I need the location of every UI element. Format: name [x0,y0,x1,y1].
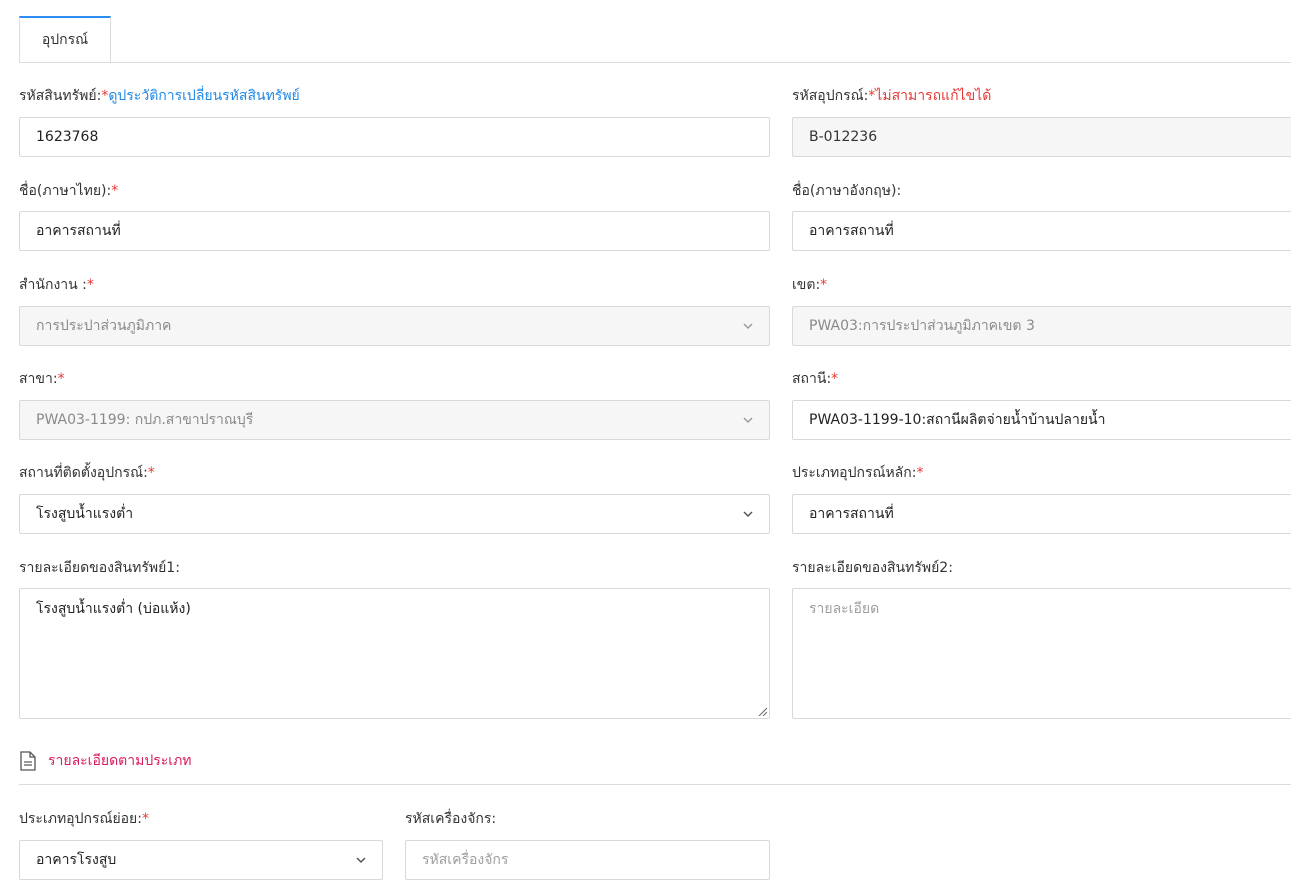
name-en-input[interactable]: อาคารสถานที่ [792,211,1291,251]
detail2-placeholder: รายละเอียด [809,601,880,617]
not-editable-note: ไม่สามารถแก้ไขได้ [875,88,992,104]
sub-type-select[interactable]: อาคารโรงสูบ [19,840,383,880]
detail2-label-group: รายละเอียดของสินทรัพย์2: [792,558,953,578]
name-th-input[interactable]: อาคารสถานที่ [19,211,770,251]
tab-equipment[interactable]: อุปกรณ์ [19,16,111,63]
section-title: รายละเอียดตามประเภท [48,753,192,769]
main-type-label-group: ประเภทอุปกรณ์หลัก:* [792,463,923,483]
install-location-select-value: โรงสูบน้ำแรงต่ำ [36,506,134,522]
required-mark: * [111,183,119,199]
required-mark: * [831,371,839,387]
install-location-label-group: สถานที่ติดตั้งอุปกรณ์:* [19,463,155,483]
name-en-label-group: ชื่อ(ภาษาอังกฤษ): [792,181,901,201]
equipment-code-label-group: รหัสอุปกรณ์:*ไม่สามารถแก้ไขได้ [792,86,991,106]
equipment-code-input: B-012236 [792,117,1291,157]
sub-type-label-group: ประเภทอุปกรณ์ย่อย:* [19,809,149,829]
branch-select: PWA03-1199: กปภ.สาขาปราณบุรี [19,400,770,440]
office-select: การประปาส่วนภูมิภาค [19,306,770,346]
asset-code-label-group: รหัสสินทรัพย์:*ดูประวัติการเปลี่ยนรหัสสิ… [19,86,300,106]
main-type-select[interactable]: อาคารสถานที่ [792,494,1291,534]
detail1-label: รายละเอียดของสินทรัพย์1: [19,560,180,576]
resize-grip-icon[interactable] [758,707,767,716]
chevron-down-icon[interactable] [356,841,366,879]
machine-code-input[interactable]: รหัสเครื่องจักร [405,840,770,880]
name-th-label: ชื่อ(ภาษาไทย): [19,183,112,199]
branch-select-value: PWA03-1199: กปภ.สาขาปราณบุรี [36,412,254,428]
section-divider [19,784,1291,785]
region-select: PWA03:การประปาส่วนภูมิภาคเขต 3 [792,306,1291,346]
detail1-textarea-value: โรงสูบน้ำแรงต่ำ (บ่อแห้ง) [36,601,191,617]
asset-code-history-link[interactable]: ดูประวัติการเปลี่ยนรหัสสินทรัพย์ [108,88,299,104]
install-location-label: สถานที่ติดตั้งอุปกรณ์: [19,465,148,481]
machine-code-label: รหัสเครื่องจักร: [405,811,497,827]
required-mark: * [57,371,65,387]
station-label-group: สถานี:* [792,369,838,389]
sub-type-label: ประเภทอุปกรณ์ย่อย: [19,811,142,827]
required-mark: * [86,277,94,293]
office-select-value: การประปาส่วนภูมิภาค [36,318,172,334]
required-mark: * [147,465,155,481]
sub-type-select-value: อาคารโรงสูบ [36,852,117,868]
branch-label: สาขา: [19,371,58,387]
station-select[interactable]: PWA03-1199-10:สถานีผลิตจ่ายน้ำบ้านปลายน้… [792,400,1291,440]
detail1-textarea[interactable]: โรงสูบน้ำแรงต่ำ (บ่อแห้ง) [19,588,770,719]
chevron-down-icon [743,401,753,439]
station-label: สถานี: [792,371,832,387]
name-en-label: ชื่อ(ภาษาอังกฤษ): [792,183,902,199]
region-label: เขต: [792,277,821,293]
required-mark: * [141,811,149,827]
required-mark: * [916,465,924,481]
tab-bar: อุปกรณ์ [0,0,1291,63]
detail1-label-group: รายละเอียดของสินทรัพย์1: [19,558,180,578]
chevron-down-icon [743,307,753,345]
install-location-select[interactable]: โรงสูบน้ำแรงต่ำ [19,494,770,534]
machine-code-placeholder: รหัสเครื่องจักร [422,852,509,868]
machine-code-label-group: รหัสเครื่องจักร: [405,809,496,829]
main-type-label: ประเภทอุปกรณ์หลัก: [792,465,917,481]
branch-label-group: สาขา:* [19,369,65,389]
region-label-group: เขต:* [792,275,827,295]
required-mark: * [820,277,828,293]
name-th-label-group: ชื่อ(ภาษาไทย):* [19,181,118,201]
asset-code-label: รหัสสินทรัพย์: [19,88,102,104]
asset-code-input[interactable]: 1623768 [19,117,770,157]
detail2-label: รายละเอียดของสินทรัพย์2: [792,560,953,576]
chevron-down-icon[interactable] [743,495,753,533]
document-icon [20,751,36,771]
office-label: สำนักงาน : [19,277,87,293]
office-label-group: สำนักงาน :* [19,275,94,295]
detail2-textarea[interactable]: รายละเอียด [792,588,1291,719]
tab-divider [19,62,1291,63]
equipment-code-label: รหัสอุปกรณ์: [792,88,869,104]
